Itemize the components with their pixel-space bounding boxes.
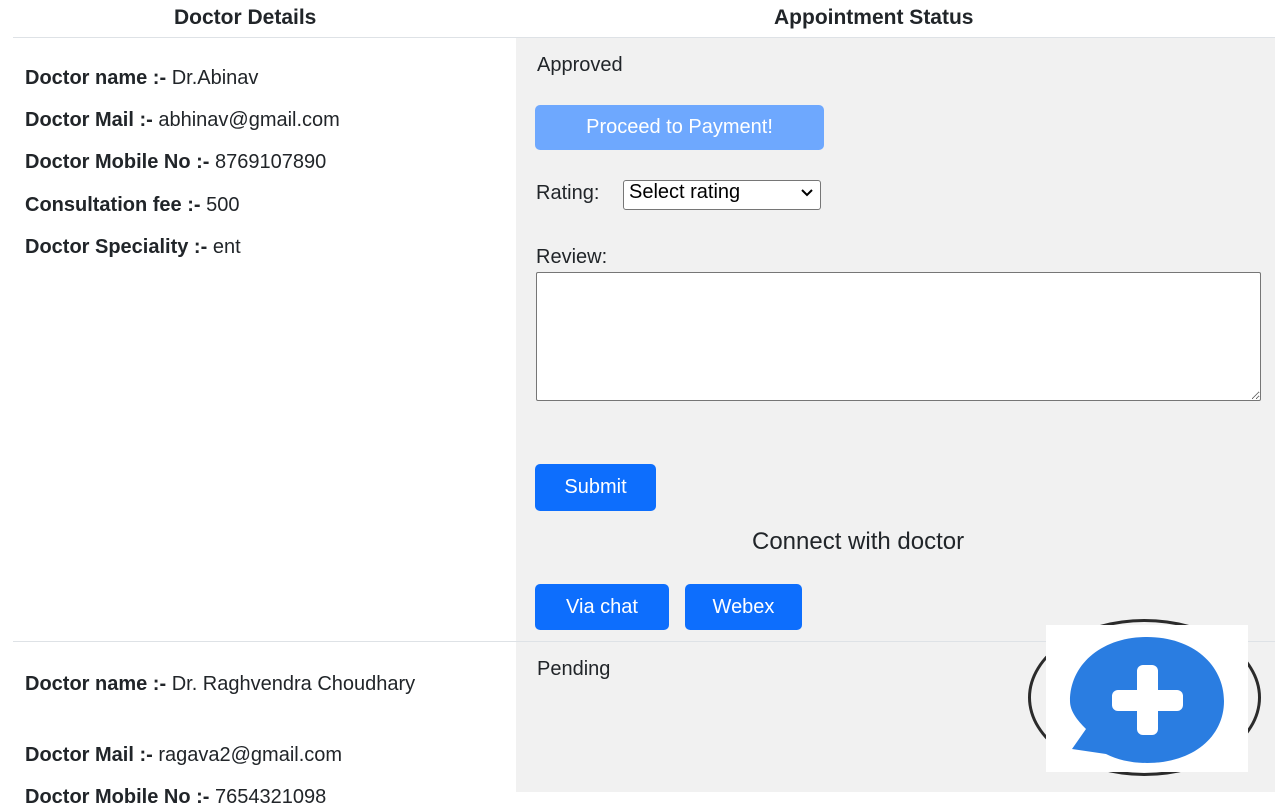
proceed-to-payment-button[interactable]: Proceed to Payment!: [535, 105, 824, 150]
status-badge: Approved: [537, 54, 623, 76]
doctor-mail: Doctor Mail :- ragava2@gmail.com: [25, 744, 343, 766]
status-badge: Pending: [537, 658, 611, 680]
doctor-mobile: Doctor Mobile No :- 8769107890: [25, 151, 327, 173]
review-textarea[interactable]: [536, 272, 1261, 401]
doctor-mail: Doctor Mail :- abhinav@gmail.com: [25, 109, 340, 131]
consultation-fee: Consultation fee :- 500: [25, 194, 240, 216]
rating-select[interactable]: Select rating: [623, 180, 821, 210]
appointment-status-header: Appointment Status: [774, 6, 974, 29]
doctor-name: Doctor name :- Dr. Raghvendra Choudhary: [25, 673, 416, 695]
review-label: Review:: [536, 246, 608, 268]
chat-plus-icon: [1070, 637, 1224, 763]
via-chat-button[interactable]: Via chat: [535, 584, 669, 630]
rating-label: Rating:: [536, 182, 600, 204]
chat-widget-button[interactable]: [1046, 625, 1248, 772]
doctor-speciality: Doctor Speciality :- ent: [25, 236, 241, 258]
doctor-details-header: Doctor Details: [174, 6, 317, 29]
connect-with-doctor-title: Connect with doctor: [752, 528, 965, 555]
doctor-name: Doctor name :- Dr.Abinav: [25, 67, 259, 89]
webex-button[interactable]: Webex: [685, 584, 802, 630]
submit-button[interactable]: Submit: [535, 464, 656, 511]
chevron-down-icon: [800, 185, 814, 204]
doctor-mobile: Doctor Mobile No :- 7654321098: [25, 786, 327, 808]
rating-select-value: Select rating: [629, 181, 741, 203]
